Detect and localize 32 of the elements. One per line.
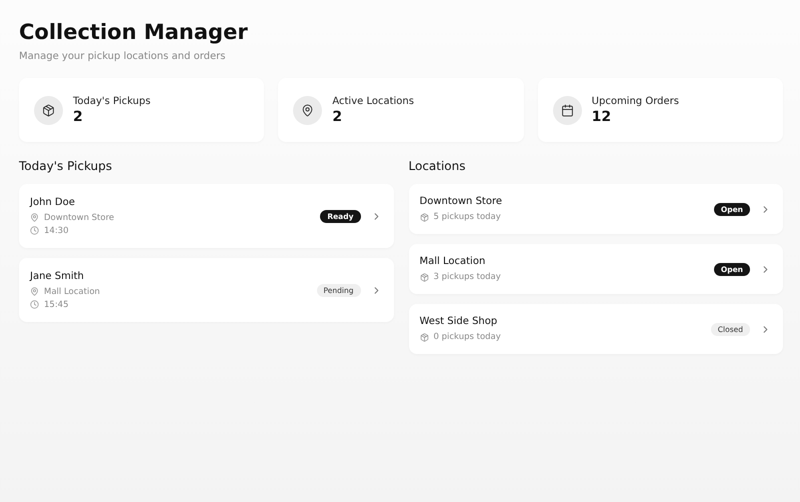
package-icon — [420, 212, 428, 222]
stat-label: Upcoming Orders — [592, 96, 679, 106]
stat-value: 12 — [592, 108, 612, 124]
customer-name: Jane Smith — [30, 270, 85, 282]
location-name: Mall Location — [420, 256, 486, 267]
pickup-count: 0 pickups today — [434, 332, 501, 342]
pickup-time: 14:30 — [44, 226, 68, 236]
stat-value: 2 — [332, 108, 344, 124]
section-title: Locations — [408, 158, 467, 174]
map-pin-icon — [30, 287, 39, 296]
stat-label: Active Locations — [332, 96, 414, 106]
customer-name: John Doe — [30, 196, 76, 208]
pickup-count: 5 pickups today — [434, 212, 501, 222]
calendar-icon — [552, 96, 582, 124]
section-title: Today's Pickups — [19, 158, 114, 174]
pickup-time: 15:45 — [44, 300, 68, 310]
stat-label: Today's Pickups — [73, 96, 151, 106]
location-name: West Side Shop — [420, 316, 498, 327]
location-name: Downtown Store — [420, 196, 503, 207]
stat-value: 2 — [73, 108, 84, 124]
package-icon — [420, 332, 428, 342]
pickup-count: 3 pickups today — [434, 272, 501, 282]
map-pin-icon — [30, 213, 39, 222]
pickup-location: Mall Location — [44, 286, 100, 296]
pickup-location: Downtown Store — [44, 212, 114, 222]
clock-icon — [30, 300, 39, 309]
page-title: Collection Manager — [19, 19, 249, 46]
package-icon — [34, 96, 63, 124]
package-icon — [420, 272, 428, 282]
page-subtitle: Manage your pickup locations and orders — [19, 51, 226, 62]
clock-icon — [30, 226, 39, 235]
map-pin-icon — [293, 96, 322, 124]
